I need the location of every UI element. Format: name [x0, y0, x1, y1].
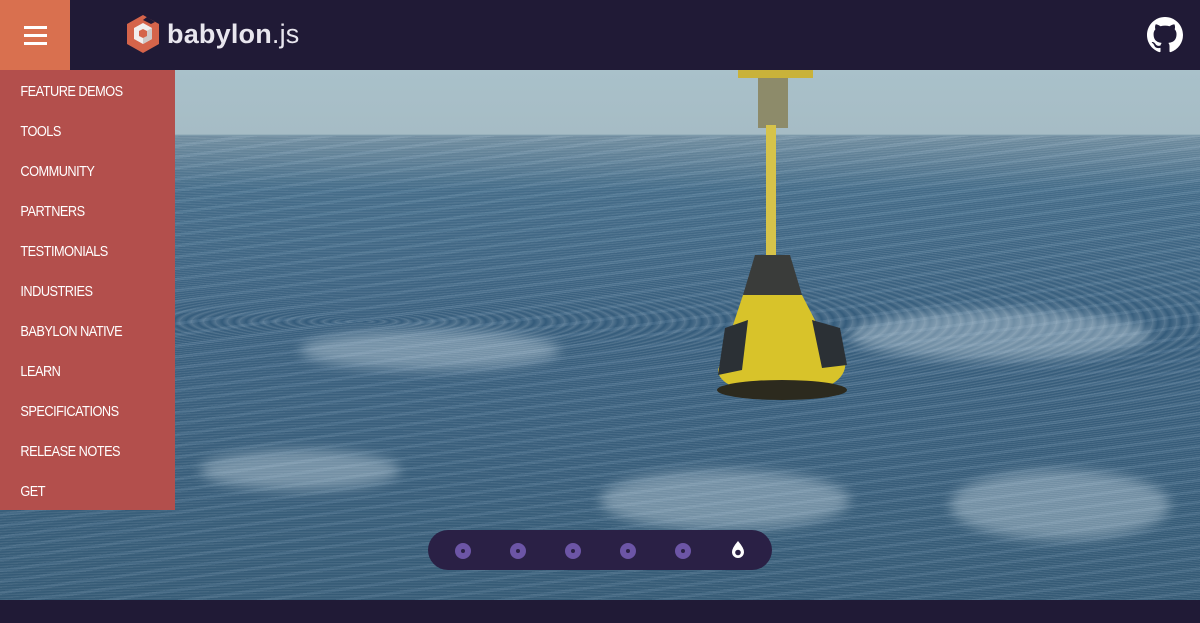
- carousel-dot[interactable]: [620, 543, 636, 559]
- sidebar-item-testimonials[interactable]: TESTIMONIALS: [0, 231, 149, 271]
- sidebar-item-specifications[interactable]: SPECIFICATIONS: [0, 391, 149, 431]
- carousel-dot[interactable]: [565, 543, 581, 559]
- menu-button[interactable]: [0, 0, 70, 70]
- wave-foam: [850, 310, 1150, 360]
- babylon-cube-icon: [127, 15, 159, 53]
- navigation-sidebar: FEATURE DEMOS TOOLS COMMUNITY PARTNERS T…: [0, 70, 175, 510]
- wave-foam: [950, 470, 1170, 540]
- carousel-dot[interactable]: [675, 543, 691, 559]
- sidebar-item-tools[interactable]: TOOLS: [0, 111, 149, 151]
- carousel-dot[interactable]: [455, 543, 471, 559]
- bottom-bar: [0, 600, 1200, 623]
- sidebar-item-industries[interactable]: INDUSTRIES: [0, 271, 149, 311]
- wave-foam: [300, 330, 560, 370]
- buoy-model: [717, 70, 847, 400]
- wave-foam: [600, 470, 850, 530]
- hamburger-icon-line: [23, 33, 47, 37]
- logo-text: babylon.js: [167, 18, 300, 49]
- babylon-logo[interactable]: babylon.js: [125, 14, 300, 54]
- hamburger-icon-line: [23, 41, 47, 45]
- sidebar-item-release-notes[interactable]: RELEASE NOTES: [0, 431, 149, 471]
- ocean-buoy-scene[interactable]: [0, 70, 1200, 600]
- top-header: babylon.js: [0, 0, 1200, 70]
- sidebar-item-community[interactable]: COMMUNITY: [0, 151, 149, 191]
- carousel-dot[interactable]: [510, 543, 526, 559]
- sidebar-item-learn[interactable]: LEARN: [0, 351, 149, 391]
- sidebar-item-babylon-native[interactable]: BABYLON NATIVE: [0, 311, 149, 351]
- scene-carousel-nav: [428, 530, 772, 570]
- sidebar-item-get[interactable]: GET: [0, 471, 149, 511]
- sidebar-item-feature-demos[interactable]: FEATURE DEMOS: [0, 71, 149, 111]
- sidebar-item-partners[interactable]: PARTNERS: [0, 191, 149, 231]
- wave-foam: [200, 450, 400, 490]
- carousel-dot-active-drop-icon[interactable]: [729, 540, 747, 560]
- github-icon[interactable]: [1147, 17, 1183, 53]
- hamburger-icon: [23, 25, 47, 29]
